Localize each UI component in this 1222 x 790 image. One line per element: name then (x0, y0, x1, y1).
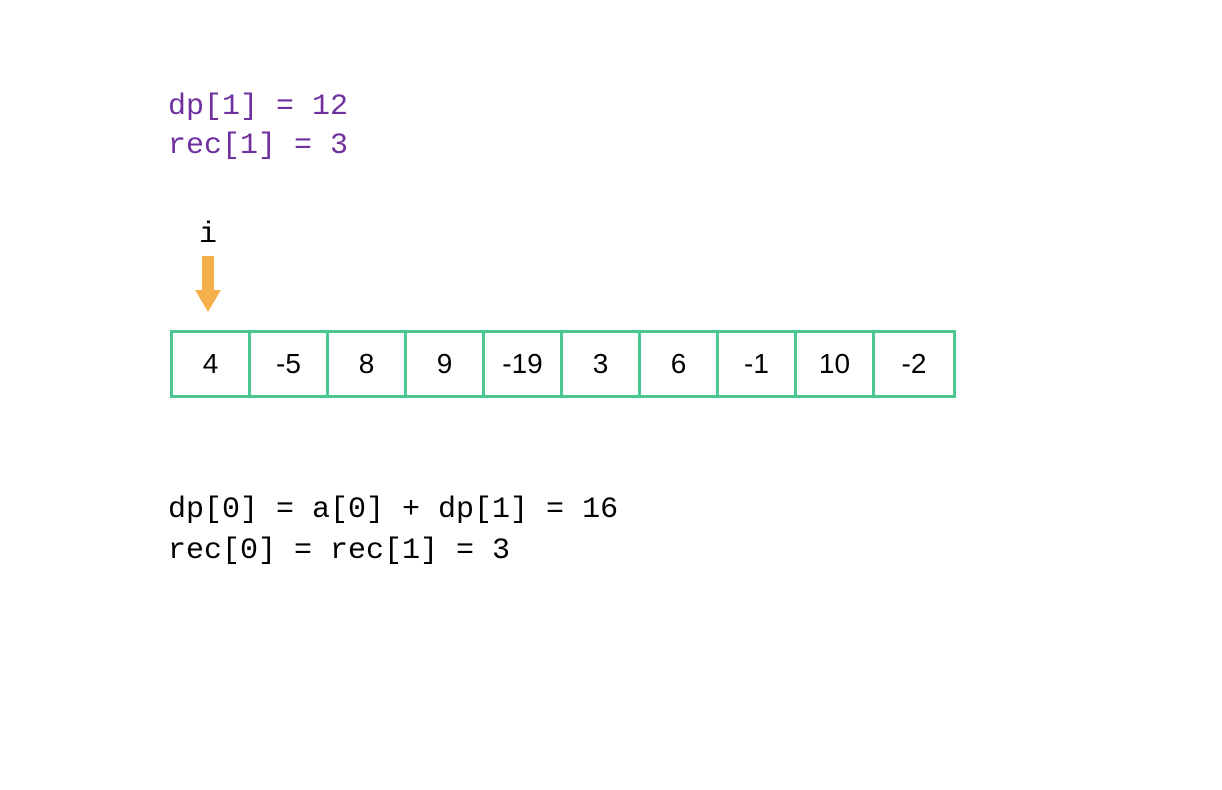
arrow-down-icon (195, 256, 221, 312)
array-cell: 6 (641, 333, 719, 395)
computation-text: dp[0] = a[0] + dp[1] = 16 rec[0] = rec[1… (168, 490, 618, 571)
computation-line-dp: dp[0] = a[0] + dp[1] = 16 (168, 490, 618, 531)
array-cell: -2 (875, 333, 953, 395)
pointer-indicator: i (195, 218, 221, 312)
array-cell: 4 (173, 333, 251, 395)
state-text: dp[1] = 12 rec[1] = 3 (168, 88, 348, 166)
pointer-label: i (199, 218, 217, 252)
array-cell: 3 (563, 333, 641, 395)
array-cell: -5 (251, 333, 329, 395)
array-cell: -1 (719, 333, 797, 395)
state-line-rec: rec[1] = 3 (168, 127, 348, 166)
array-cell: 10 (797, 333, 875, 395)
array-cell: 9 (407, 333, 485, 395)
computation-line-rec: rec[0] = rec[1] = 3 (168, 531, 618, 572)
state-line-dp: dp[1] = 12 (168, 88, 348, 127)
array-cell: 8 (329, 333, 407, 395)
array-cell: -19 (485, 333, 563, 395)
array-visualization: 4 -5 8 9 -19 3 6 -1 10 -2 (170, 330, 956, 398)
